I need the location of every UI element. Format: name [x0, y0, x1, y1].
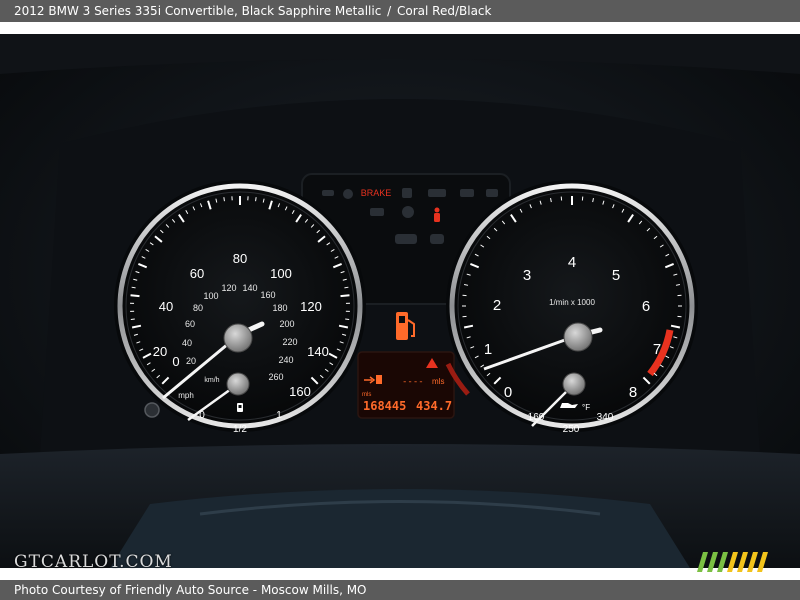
kmh-label-60: 60: [185, 319, 195, 329]
kmh-label-200: 200: [279, 319, 294, 329]
color-separator: /: [387, 4, 392, 18]
seatbelt-warning-icon: [434, 207, 440, 222]
logo-stripe: [747, 552, 758, 572]
logo-stripe: [697, 552, 708, 572]
odometer-unit: mls: [362, 392, 371, 398]
odometer-value: 168445: [363, 399, 406, 413]
vehicle-name: 2012 BMW 3 Series 335i Convertible,: [14, 4, 238, 18]
mph-label-60: 60: [190, 266, 204, 281]
logo-stripe: [727, 552, 738, 572]
oil-temp-high-label: 340: [597, 412, 614, 423]
tach-label-1: 1: [484, 341, 492, 358]
interior-color: Coral Red/Black: [397, 4, 492, 18]
mph-label-0: 0: [172, 354, 179, 369]
speedometer-hub: [223, 323, 253, 353]
tach-label-8: 8: [629, 384, 637, 401]
tach-label-4: 4: [568, 254, 576, 271]
tach-label-6: 6: [642, 298, 650, 315]
mph-label-80: 80: [233, 251, 247, 266]
fuel-hub: [226, 372, 250, 396]
mph-label-40: 40: [159, 299, 173, 314]
mph-unit-label: mph: [178, 391, 194, 400]
tach-label-5: 5: [612, 267, 620, 284]
trip-unit: mls: [432, 377, 444, 386]
instrument-cluster-photo: BRAKE ---- mls mls 168445 434.7 0 20 40 …: [0, 34, 800, 568]
fuel-half-label: 1/2: [233, 424, 247, 435]
tachometer-hub: [563, 322, 593, 352]
mph-label-140: 140: [307, 344, 329, 359]
oil-temp-hub: [562, 372, 586, 396]
photo-credit: Photo Courtesy of Friendly Auto Source -…: [14, 583, 367, 597]
tach-label-2: 2: [493, 297, 501, 314]
fuel-full-label: 1: [276, 410, 282, 421]
oil-temp-unit: °F: [582, 403, 590, 412]
mph-label-160: 160: [289, 384, 311, 399]
logo-stripe: [707, 552, 718, 572]
kmh-label-40: 40: [182, 338, 192, 348]
gauge-tick: [130, 294, 140, 298]
watermark-text: GTCARLOT.COM: [14, 552, 173, 572]
kmh-label-100: 100: [203, 291, 218, 301]
trip-reset-knob: [144, 402, 160, 418]
listing-title-bar: 2012 BMW 3 Series 335i Convertible, Blac…: [0, 0, 800, 22]
mph-label-100: 100: [270, 266, 292, 281]
watermark-logo-icon: [697, 552, 768, 572]
gauge-tick: [344, 286, 349, 289]
photo-credit-bar: Photo Courtesy of Friendly Auto Source -…: [0, 580, 800, 600]
kmh-label-260: 260: [268, 372, 283, 382]
kmh-label-240: 240: [278, 355, 293, 365]
mph-label-120: 120: [300, 299, 322, 314]
gauge-tick: [255, 197, 257, 202]
tach-label-0: 0: [504, 384, 512, 401]
kmh-unit-label: km/h: [204, 377, 219, 384]
tach-label-7: 7: [653, 341, 661, 358]
kmh-label-160: 160: [260, 290, 275, 300]
kmh-label-140: 140: [242, 283, 257, 293]
cluster-drawing: BRAKE ---- mls mls 168445 434.7 0 20 40 …: [0, 34, 800, 568]
trip-dashes: ----: [402, 377, 424, 387]
trip-meter-value: 434.7: [416, 399, 452, 413]
tach-unit-label: 1/min x 1000: [549, 298, 595, 307]
exterior-color: Black Sapphire Metallic: [241, 4, 382, 18]
gauge-tick: [131, 286, 136, 289]
logo-stripe: [737, 552, 748, 572]
gauge-tick: [223, 197, 225, 202]
kmh-label-180: 180: [272, 303, 287, 313]
kmh-label-220: 220: [282, 337, 297, 347]
mph-label-20: 20: [153, 344, 167, 359]
tach-label-3: 3: [523, 267, 531, 284]
kmh-label-80: 80: [193, 303, 203, 313]
gauge-tick: [340, 294, 350, 298]
kmh-label-120: 120: [221, 283, 236, 293]
logo-stripe: [717, 552, 728, 572]
oil-temp-mid-label: 250: [563, 424, 580, 435]
fuel-gauge-icon: [237, 403, 243, 412]
kmh-label-20: 20: [186, 356, 196, 366]
brake-warning-light: BRAKE: [361, 188, 392, 198]
logo-stripe: [757, 552, 768, 572]
